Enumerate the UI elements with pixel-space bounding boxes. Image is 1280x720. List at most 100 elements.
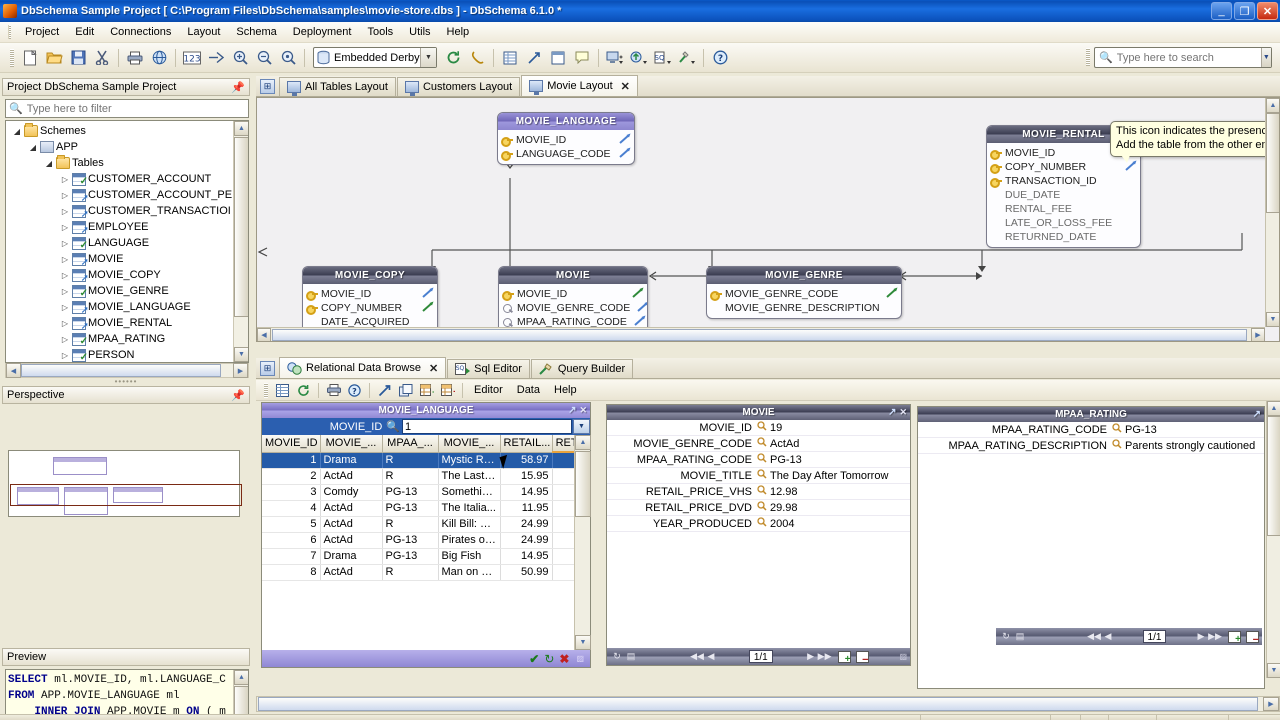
form-field-value[interactable]: 29.98 — [768, 501, 910, 514]
expand-relations-icon[interactable]: ↗ — [1253, 409, 1261, 420]
diagram-column[interactable]: TRANSACTION_ID — [990, 174, 1138, 188]
grid-cell[interactable]: 1 — [262, 452, 321, 469]
diagram-column[interactable]: MOVIE_GENRE_CODE — [502, 301, 647, 316]
tree-node-mpaa-rating[interactable]: ▷ ✓ MPAA_RATING — [6, 331, 248, 347]
field-search-icon[interactable] — [755, 485, 768, 498]
fk-outgoing-arrow-icon[interactable] — [612, 133, 632, 148]
movie-window[interactable]: MOVIE ↗ ✕ MOVIE_ID 19 MOVIE_GENRE_CODE ActA… — [606, 404, 911, 666]
table-row[interactable]: 5ActAdRKill Bill: Vol. 124.9929.992003 — [262, 516, 574, 533]
expand-relations-icon[interactable]: ↗ — [888, 407, 896, 418]
deploy-icon[interactable] — [604, 47, 626, 69]
grid-cell[interactable]: 6 — [262, 532, 321, 549]
grid-cell[interactable]: Mystic River — [438, 452, 501, 469]
tab-all-tables-layout[interactable]: All Tables Layout — [279, 77, 396, 96]
expand-arrow-icon[interactable]: ▷ — [58, 191, 72, 200]
add-record-icon[interactable] — [1228, 630, 1241, 645]
scroll-up-arrow-icon[interactable]: ▲ — [234, 121, 248, 136]
grid-cell[interactable]: 19.99 — [552, 500, 574, 517]
ml-vscroll-thumb[interactable] — [575, 451, 591, 517]
search-drag-grip[interactable] — [1086, 48, 1090, 66]
form-field-value[interactable]: PG-13 — [768, 453, 910, 466]
movie-language-window[interactable]: MOVIE_LANGUAGE ↗ ✕ MOVIE_ID 🔍 1 ▼ MOVIE_… — [261, 402, 591, 668]
tree-node-movie[interactable]: ▷ ➚ MOVIE — [6, 251, 248, 267]
grid-cell[interactable]: 29.99 — [552, 516, 574, 533]
sql-generate-icon[interactable]: SQ — [652, 47, 674, 69]
movie-language-grid[interactable]: MOVIE_ID MOVIE_... MPAA_... MOVIE_... RETAIL… — [262, 435, 574, 581]
diagram-column[interactable]: COPY_NUMBER — [990, 160, 1138, 174]
grid-column-header[interactable]: MOVIE_ID — [262, 435, 321, 453]
diagram-table-header[interactable]: MOVIE_COPY — [303, 267, 437, 284]
tree-node-movie-genre[interactable]: ▷ ✓ MOVIE_GENRE — [6, 283, 248, 299]
diagram-column[interactable]: DUE_DATE — [990, 188, 1138, 202]
diagram-column[interactable]: RETURNED_DATE — [990, 230, 1138, 244]
grid-cell[interactable]: ActAd — [320, 532, 383, 549]
fk-outgoing-arrow-icon[interactable] — [630, 301, 647, 316]
close-icon[interactable]: ✕ — [579, 405, 587, 416]
diagram-hscroll-thumb[interactable] — [272, 329, 1247, 341]
schema-tree-scroll-thumb[interactable] — [234, 137, 248, 317]
grid-cell[interactable]: 7 — [262, 548, 321, 565]
scroll-down-arrow-icon[interactable]: ▼ — [234, 347, 248, 362]
menubar-drag-grip[interactable] — [8, 25, 11, 39]
ml-scroll-up-arrow-icon[interactable]: ▲ — [575, 435, 591, 450]
project-filter-input[interactable] — [24, 101, 248, 116]
grid-cell[interactable]: R — [382, 516, 439, 533]
form-field-row[interactable]: RETAIL_PRICE_VHS 12.98 — [607, 484, 910, 500]
diagram-table-movie[interactable]: MOVIE MOVIE_ID MOVIE_GENRE_CODE MPAA_RATING… — [498, 266, 648, 327]
grid-cell[interactable]: ActAd — [320, 564, 383, 581]
menu-layout[interactable]: Layout — [179, 24, 228, 40]
first-record-icon[interactable]: ◀◀ — [1087, 630, 1101, 644]
menu-help[interactable]: Help — [439, 24, 478, 40]
copy-row-icon[interactable]: ▤ — [624, 650, 638, 664]
tab-query-builder[interactable]: Query Builder — [530, 359, 634, 378]
diagram-table-movie-genre[interactable]: MOVIE_GENRE MOVIE_GENRE_CODE MOVIE_GENRE_D… — [706, 266, 902, 319]
grid-cell[interactable]: 19.94 — [552, 548, 574, 565]
expand-arrows-icon[interactable] — [205, 47, 227, 69]
form-field-value[interactable]: Parents strongly cautioned — [1123, 439, 1264, 452]
tree-node-schemes[interactable]: ◢ Schemes — [6, 123, 248, 139]
grid-cell[interactable]: PG-13 — [382, 484, 439, 501]
grid-cell[interactable]: 29.99 — [552, 532, 574, 549]
expand-arrow-icon[interactable]: ▷ — [58, 239, 72, 248]
import-icon[interactable] — [628, 47, 650, 69]
table-row[interactable]: 7DramaPG-13Big Fish14.9519.942003 — [262, 548, 574, 565]
form-field-value[interactable]: PG-13 — [1123, 423, 1264, 436]
minimize-button[interactable]: _ — [1211, 2, 1232, 20]
grid-cell[interactable]: PG-13 — [382, 500, 439, 517]
data-browse-icon[interactable] — [499, 47, 521, 69]
browse-grid-view-icon[interactable] — [273, 381, 292, 400]
form-field-value[interactable]: 12.98 — [768, 485, 910, 498]
menu-project[interactable]: Project — [17, 24, 67, 40]
workspace-scroll-down-arrow-icon[interactable]: ▼ — [1267, 663, 1280, 678]
new-browse-tab-button[interactable]: ⊞ — [260, 361, 275, 376]
tree-node-language[interactable]: ▷ ✓ LANGUAGE — [6, 235, 248, 251]
tab-movie-layout[interactable]: Movie Layout ✕ — [521, 75, 638, 96]
tree-node-person[interactable]: ▷ ✓ PERSON — [6, 347, 248, 362]
close-icon[interactable]: ✕ — [899, 407, 907, 418]
browse-help-icon[interactable]: ? — [345, 381, 364, 400]
add-record-icon[interactable] — [837, 650, 851, 665]
previous-record-icon[interactable]: ◀ — [1101, 630, 1115, 644]
grid-cell[interactable]: 58.97 — [500, 452, 553, 469]
search-input[interactable] — [1114, 50, 1261, 65]
tab-relational-data-browse[interactable]: Relational Data Browse ✕ — [279, 357, 447, 378]
menu-connections[interactable]: Connections — [102, 24, 179, 40]
expand-arrow-icon[interactable]: ▷ — [58, 351, 72, 360]
form-field-row[interactable]: RETAIL_PRICE_DVD 29.98 — [607, 500, 910, 516]
next-record-icon[interactable]: ▶ — [804, 650, 818, 664]
new-layout-button[interactable]: ⊞ — [260, 79, 275, 94]
last-record-icon[interactable]: ▶▶ — [818, 650, 832, 664]
close-icon[interactable]: ✕ — [429, 362, 438, 375]
table-row[interactable]: 3ComdyPG-13Something...14.9529.992003 — [262, 484, 574, 501]
workspace-scroll-up-arrow-icon[interactable]: ▲ — [1267, 401, 1280, 416]
diagram-table-movie-language[interactable]: MOVIE_LANGUAGE MOVIE_ID LANGUAGE_CODE — [497, 112, 635, 165]
expand-arrow-icon[interactable]: ▷ — [58, 207, 72, 216]
grid-cell[interactable]: 15.95 — [500, 468, 553, 485]
numbers-icon[interactable]: 123 — [181, 47, 203, 69]
field-search-icon[interactable] — [755, 469, 768, 482]
global-search-box[interactable]: 🔍 ▼ — [1094, 47, 1272, 68]
diagram-table-header[interactable]: MOVIE_LANGUAGE — [498, 113, 634, 130]
diagram-hscroll-left-arrow-icon[interactable]: ◀ — [257, 328, 271, 341]
field-search-icon[interactable] — [755, 453, 768, 466]
cancel-icon[interactable]: ✖ — [559, 652, 569, 666]
